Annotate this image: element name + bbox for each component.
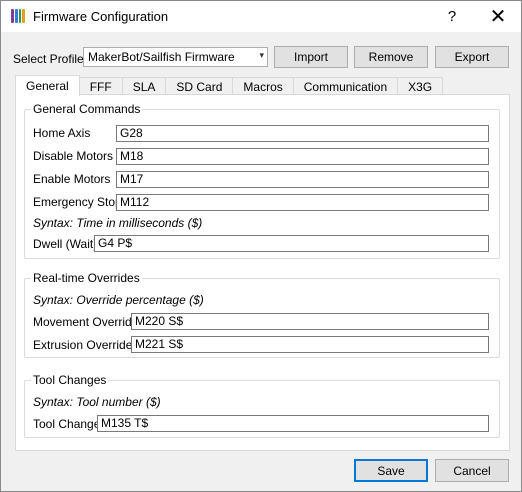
app-icon-bar-2 — [14, 9, 18, 23]
cancel-button[interactable]: Cancel — [435, 459, 509, 482]
save-button[interactable]: Save — [354, 459, 428, 482]
movement-override-input[interactable]: M220 S$ — [131, 313, 489, 330]
enable-motors-label: Enable Motors — [33, 172, 111, 186]
dwell-input[interactable]: G4 P$ — [94, 235, 489, 252]
window-title: Firmware Configuration — [33, 9, 169, 24]
emergency-stop-label: Emergency Stop — [33, 195, 122, 209]
tool-changes-title: Tool Changes — [31, 373, 109, 387]
export-button[interactable]: Export — [435, 46, 509, 68]
close-icon[interactable]: ✕ — [475, 1, 521, 32]
app-icon — [11, 9, 25, 23]
chevron-down-icon: ▾ — [259, 50, 264, 60]
general-tab-panel: General Commands Home Axis G28 Disable M… — [15, 94, 510, 451]
tool-change-input[interactable]: M135 T$ — [97, 415, 489, 432]
app-icon-bar-3 — [18, 9, 22, 23]
general-commands-title: General Commands — [31, 102, 143, 116]
override-syntax-hint: Syntax: Override percentage ($) — [33, 293, 204, 307]
profile-select[interactable]: MakerBot/Sailfish Firmware ▾ — [83, 47, 268, 67]
home-axis-label: Home Axis — [33, 126, 91, 140]
app-icon-bar-4 — [22, 9, 25, 23]
firmware-config-window: Firmware Configuration ? ✕ Select Profil… — [0, 0, 522, 492]
extrusion-override-label: Extrusion Override — [33, 338, 133, 352]
tool-changes-group: Tool Changes Syntax: Tool number ($) Too… — [24, 373, 500, 438]
home-axis-input[interactable]: G28 — [116, 125, 489, 142]
profile-select-value: MakerBot/Sailfish Firmware — [88, 50, 235, 64]
tab-bar: General FFF SLA SD Card Macros Communica… — [15, 75, 444, 96]
enable-motors-input[interactable]: M17 — [116, 171, 489, 188]
tool-syntax-hint: Syntax: Tool number ($) — [33, 395, 161, 409]
select-profile-label: Select Profile: — [13, 52, 88, 66]
app-icon-bar-1 — [11, 9, 14, 23]
tab-general[interactable]: General — [15, 75, 80, 96]
title-bar: Firmware Configuration ? ✕ — [1, 1, 521, 32]
realtime-overrides-group: Real-time Overrides Syntax: Override per… — [24, 271, 500, 358]
general-commands-group: General Commands Home Axis G28 Disable M… — [24, 102, 500, 259]
dwell-syntax-hint: Syntax: Time in milliseconds ($) — [33, 216, 203, 230]
disable-motors-label: Disable Motors — [33, 149, 114, 163]
help-button[interactable]: ? — [429, 1, 475, 32]
realtime-overrides-title: Real-time Overrides — [31, 271, 142, 285]
emergency-stop-input[interactable]: M112 — [116, 194, 489, 211]
dwell-label: Dwell (Wait) — [33, 237, 98, 251]
extrusion-override-input[interactable]: M221 S$ — [131, 336, 489, 353]
remove-button[interactable]: Remove — [354, 46, 428, 68]
movement-override-label: Movement Override — [33, 315, 139, 329]
import-button[interactable]: Import — [274, 46, 348, 68]
tool-change-label: Tool Change — [33, 417, 101, 431]
disable-motors-input[interactable]: M18 — [116, 148, 489, 165]
